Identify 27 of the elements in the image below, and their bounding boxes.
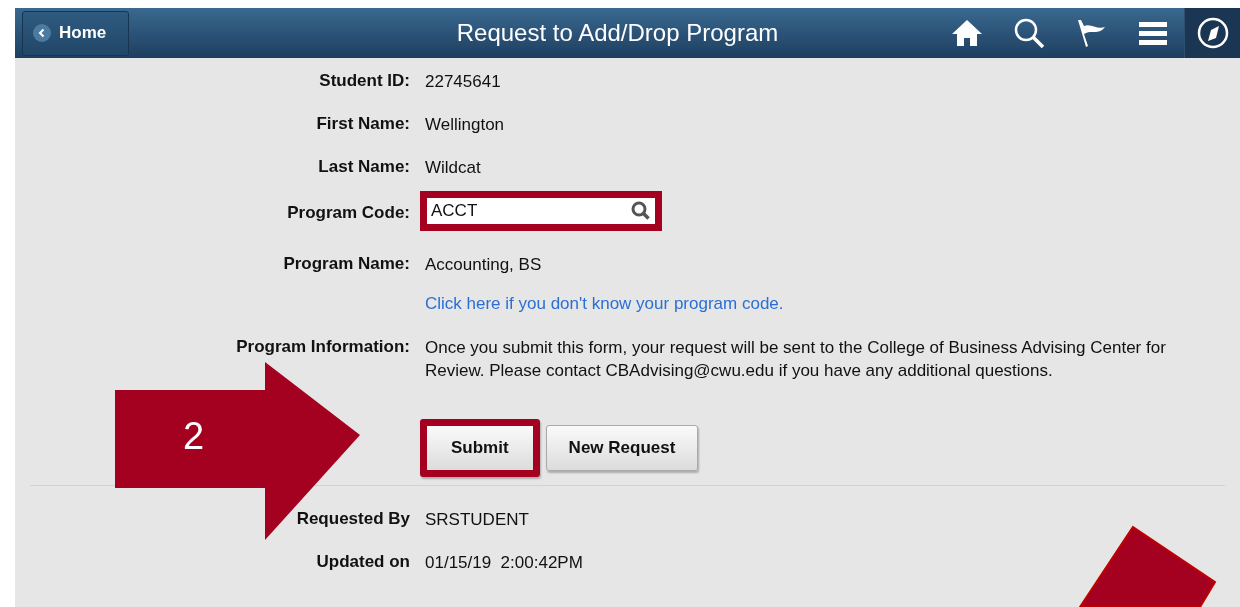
field-value: Wildcat: [425, 157, 482, 179]
audit-label: Updated on: [315, 551, 410, 573]
home-button[interactable]: Home: [22, 10, 129, 56]
compass-button[interactable]: [1184, 8, 1240, 58]
search-icon[interactable]: [631, 201, 651, 221]
field-label: First Name:: [315, 113, 410, 135]
program-code-field[interactable]: ACCT: [420, 191, 662, 231]
audit-value: SRSTUDENT: [425, 509, 530, 531]
form-button[interactable]: Submit: [420, 419, 540, 477]
field-label: Last Name:: [317, 156, 410, 178]
audit-label: Requested By: [295, 508, 410, 530]
audit-value: 01/15/19 2:00:42PM: [425, 552, 584, 574]
field-label: Student ID:: [318, 70, 410, 92]
program-code-help-link[interactable]: Click here if you don't know your program code.: [425, 293, 1240, 315]
field-value: Once you submit this form, your request will be sent to the College of Business Advising Center for Review. Please contact CBAdvising@cwu.edu if you have any additional questions.: [425, 337, 1167, 382]
chevron-left-icon: [33, 24, 51, 42]
field-value: 22745641: [425, 71, 502, 93]
page-title: Request to Add/Drop Program: [456, 19, 780, 47]
step-number: 2: [183, 415, 205, 458]
field-label: Program Information:: [235, 336, 410, 358]
field-label: Program Name:: [282, 253, 410, 275]
field-label: Program Code:: [286, 202, 410, 224]
program-code-input[interactable]: ACCT: [427, 201, 631, 221]
field-value: Wellington: [425, 114, 506, 136]
form-button[interactable]: New Request: [545, 425, 699, 471]
field-value: Accounting, BS: [425, 254, 543, 276]
compass-icon: [1196, 17, 1229, 49]
